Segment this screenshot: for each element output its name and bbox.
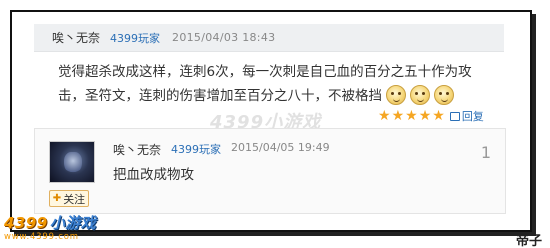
brand-logo-text: 4399 小游戏 xyxy=(4,212,116,233)
reply-meta: 唉丶无奈 4399玩家 2015/04/05 19:49 xyxy=(113,141,330,158)
smiley-emoji-icon xyxy=(386,85,406,105)
brand-logo: 4399 小游戏 www.4399.com xyxy=(4,212,116,242)
smiley-emoji-icon xyxy=(410,85,430,105)
reply-box: ✚ 关注 唉丶无奈 4399玩家 2015/04/05 19:49 把血改成物攻… xyxy=(34,128,506,214)
reply-icon xyxy=(449,111,460,121)
follow-button-label: 关注 xyxy=(63,192,86,206)
brand-url: www.4399.com xyxy=(4,232,79,242)
star-icon[interactable]: ★ xyxy=(378,109,391,123)
reply-text: 把血改成物攻 xyxy=(113,167,194,183)
star-icon[interactable]: ★ xyxy=(432,109,445,123)
star-icon[interactable]: ★ xyxy=(392,109,405,123)
brand-logo-number: 4399 xyxy=(4,214,48,232)
post-rating: ★ ★ ★ ★ ★ 回复 xyxy=(378,108,484,124)
post-content: 觉得超杀改成这样，连刺6次，每一次刺是自己血的百分之五十作为攻击，圣符文，连刺的… xyxy=(58,60,478,108)
post-timestamp: 2015/04/03 18:43 xyxy=(172,31,276,44)
floor-number: 1 xyxy=(480,143,491,162)
post-header: 唉丶无奈 4399玩家 2015/04/03 18:43 xyxy=(34,24,504,52)
avatar[interactable] xyxy=(49,141,95,183)
reply-button-label: 回复 xyxy=(461,110,484,123)
plus-icon: ✚ xyxy=(52,193,62,204)
reply-button[interactable]: 回复 xyxy=(449,108,484,124)
post-username[interactable]: 唉丶无奈 xyxy=(52,29,100,46)
post-user-level[interactable]: 4399玩家 xyxy=(110,30,160,46)
image-caption: 帝子 xyxy=(515,234,542,248)
follow-button[interactable]: ✚ 关注 xyxy=(49,190,89,207)
reply-user-level[interactable]: 4399玩家 xyxy=(171,141,221,158)
reply-username[interactable]: 唉丶无奈 xyxy=(113,141,161,158)
brand-logo-cn: 小游戏 xyxy=(49,214,97,232)
reply-timestamp: 2015/04/05 19:49 xyxy=(231,141,330,154)
smiley-emoji-icon xyxy=(434,85,454,105)
star-icon[interactable]: ★ xyxy=(419,109,432,123)
star-icon[interactable]: ★ xyxy=(405,109,418,123)
